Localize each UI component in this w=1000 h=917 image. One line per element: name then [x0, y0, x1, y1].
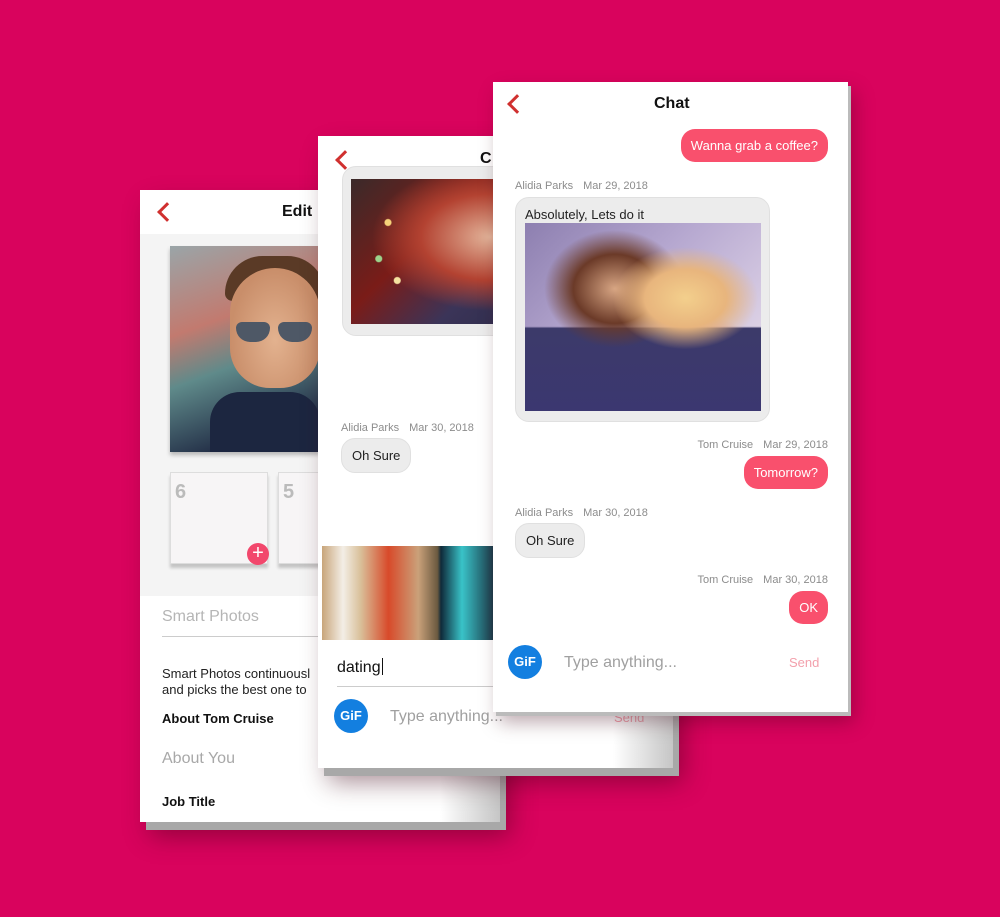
message-date: Mar 29, 2018 — [583, 180, 648, 192]
chat-screen: Chat Wanna grab a coffee? Alidia Parks Ma… — [493, 82, 848, 712]
description-line: Smart Photos continuousl — [162, 666, 311, 681]
job-title-label: Job Title — [162, 794, 216, 809]
gif-button[interactable]: GiF — [334, 699, 368, 733]
message-bubble-in: Oh Sure — [341, 438, 412, 473]
gif-results-strip[interactable] — [322, 546, 497, 640]
gif-button[interactable]: GiF — [508, 645, 542, 679]
about-you-input[interactable]: About You — [162, 750, 235, 768]
about-heading: About Tom Cruise — [162, 711, 274, 726]
message-bubble-out: OK — [789, 591, 828, 624]
send-button[interactable]: Send — [614, 710, 644, 725]
message-meta: Tom Cruise Mar 30, 2018 — [698, 574, 828, 586]
photo-glasses — [236, 322, 316, 342]
chat-title: Chat — [654, 95, 690, 112]
message-bubble-in: Oh Sure — [515, 523, 586, 558]
gif-message-bubble: Absolutely, Lets do it — [515, 197, 770, 422]
slot-number: 6 — [175, 481, 187, 503]
sender-name: Tom Cruise — [697, 574, 754, 586]
message-meta: Alidia Parks Mar 30, 2018 — [515, 507, 648, 519]
photo-jacket — [210, 392, 320, 452]
slot-number: 5 — [283, 481, 295, 503]
message-text: Absolutely, Lets do it — [525, 207, 644, 222]
gif-image[interactable] — [525, 223, 761, 411]
message-input[interactable]: Type anything... — [390, 708, 503, 726]
add-photo-icon[interactable]: + — [247, 543, 269, 565]
message-date: Mar 30, 2018 — [583, 507, 648, 519]
back-chevron-icon[interactable] — [157, 202, 177, 222]
sender-name: Tom Cruise — [697, 439, 754, 451]
message-bubble-out: Wanna grab a coffee? — [680, 129, 828, 162]
message-input[interactable]: Type anything... — [564, 654, 677, 672]
gif-search-input[interactable]: dating — [337, 658, 383, 677]
smart-photos-description: Smart Photos continuousl and picks the b… — [162, 666, 310, 698]
back-chevron-icon[interactable] — [507, 94, 527, 114]
profile-photo[interactable] — [170, 246, 325, 452]
message-meta: Tom Cruise Mar 29, 2018 — [698, 439, 828, 451]
photo-slot-6[interactable]: 6 + — [170, 472, 269, 565]
sender-name: Alidia Parks — [341, 422, 400, 434]
message-date: Mar 30, 2018 — [763, 574, 828, 586]
sender-name: Alidia Parks — [515, 180, 574, 192]
message-date: Mar 30, 2018 — [409, 422, 474, 434]
send-button[interactable]: Send — [789, 655, 819, 670]
message-meta: Alidia Parks Mar 29, 2018 — [515, 180, 648, 192]
sender-name: Alidia Parks — [515, 507, 574, 519]
message-date: Mar 29, 2018 — [763, 439, 828, 451]
description-line: and picks the best one to — [162, 682, 307, 697]
message-bubble-out: Tomorrow? — [743, 456, 828, 489]
message-meta: Alidia Parks Mar 30, 2018 — [341, 422, 474, 434]
edit-title: Edit — [282, 203, 313, 220]
smart-photos-label: Smart Photos — [162, 608, 259, 625]
